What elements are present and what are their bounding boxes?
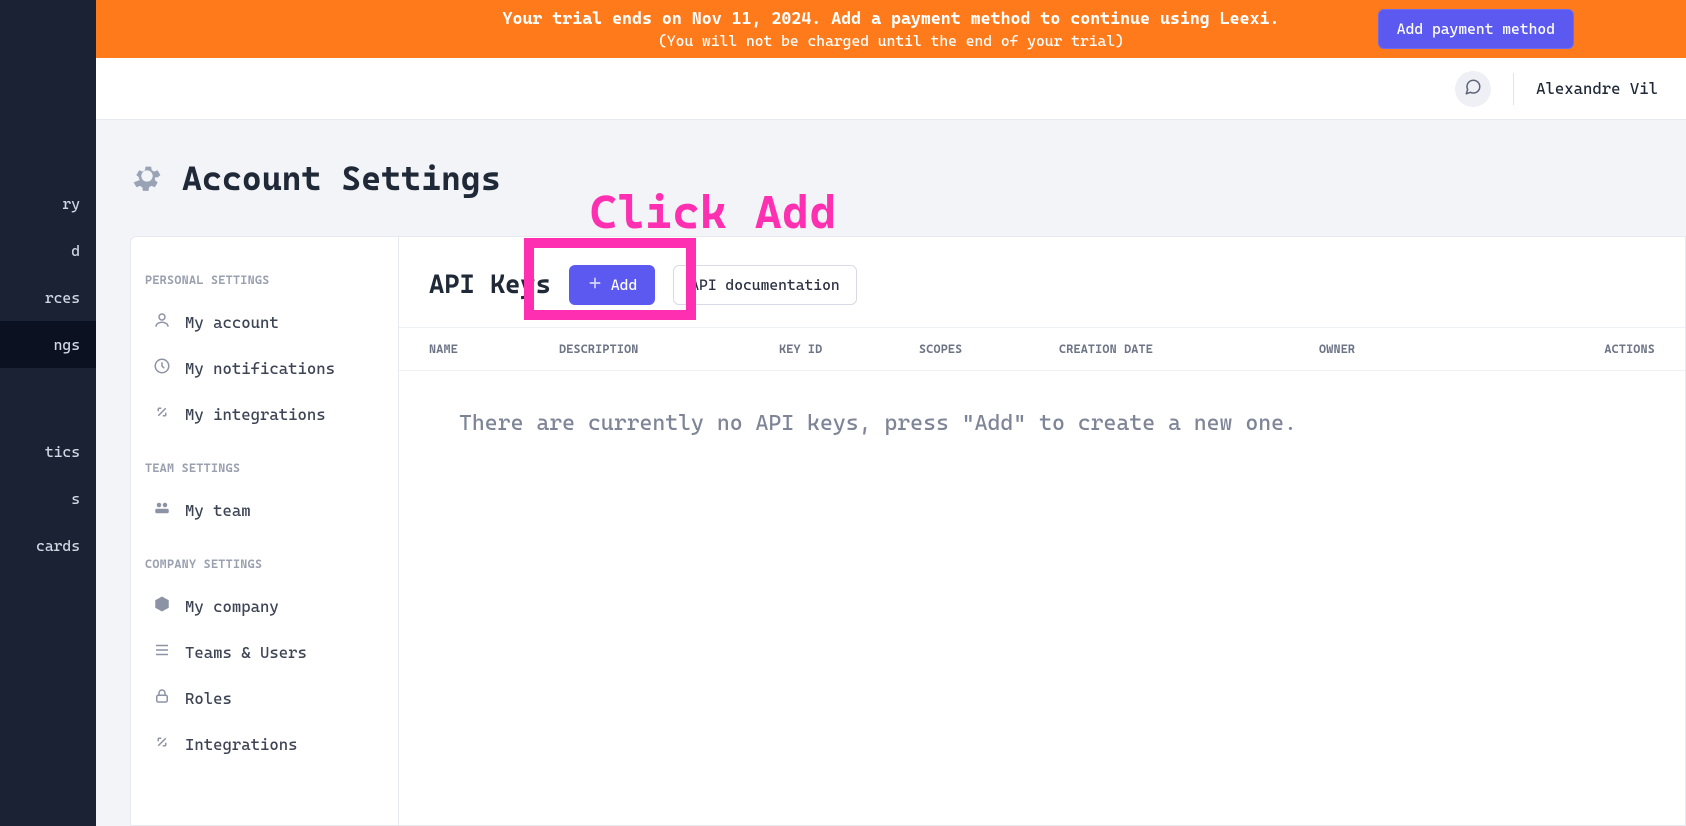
page-header: Account Settings	[130, 158, 501, 198]
nav-item[interactable]: ry	[0, 180, 96, 227]
nav-item-settings[interactable]: ngs	[0, 321, 96, 368]
col-actions: ACTIONS	[1439, 342, 1655, 356]
nav-group-title: PERSONAL SETTINGS	[131, 263, 398, 299]
col-description: DESCRIPTION	[559, 342, 779, 356]
plus-icon	[587, 275, 603, 295]
api-keys-table-header: NAME DESCRIPTION KEY ID SCOPES CREATION …	[399, 327, 1685, 371]
settings-nav-label: My account	[185, 313, 279, 332]
primary-nav: ry d rces ngs tics s cards	[0, 0, 96, 826]
settings-card: PERSONAL SETTINGS My account My notifica…	[130, 236, 1686, 826]
col-owner: OWNER	[1319, 342, 1439, 356]
bell-icon	[153, 357, 171, 379]
settings-nav-my-notifications[interactable]: My notifications	[131, 345, 398, 391]
settings-nav-my-account[interactable]: My account	[131, 299, 398, 345]
banner-subtext: (You will not be charged until the end o…	[503, 32, 1280, 50]
api-documentation-button[interactable]: API documentation	[673, 265, 856, 305]
divider	[1513, 73, 1514, 105]
panel-title: API Keys	[429, 270, 551, 300]
settings-nav-label: Teams & Users	[185, 643, 307, 662]
list-icon	[153, 641, 171, 663]
user-icon	[153, 311, 171, 333]
settings-nav-integrations[interactable]: Integrations	[131, 721, 398, 767]
nav-label: s	[71, 490, 80, 508]
settings-side-nav: PERSONAL SETTINGS My account My notifica…	[131, 237, 399, 825]
top-bar: Alexandre Vil	[96, 58, 1686, 120]
nav-label: cards	[36, 537, 80, 555]
col-key-id: KEY ID	[779, 342, 919, 356]
arrows-icon	[153, 403, 171, 425]
nav-group-title: TEAM SETTINGS	[131, 451, 398, 487]
chat-icon	[1464, 78, 1482, 100]
chat-icon-button[interactable]	[1455, 71, 1491, 107]
lock-icon	[153, 687, 171, 709]
arrows-icon	[153, 733, 171, 755]
panel-header: API Keys Add API documentation	[399, 237, 1685, 327]
settings-nav-label: My notifications	[185, 359, 335, 378]
col-scopes: SCOPES	[919, 342, 1059, 356]
banner-heading: Your trial ends on Nov 11, 2024. Add a p…	[503, 8, 1280, 28]
trial-banner: Your trial ends on Nov 11, 2024. Add a p…	[96, 0, 1686, 58]
add-api-key-button[interactable]: Add	[569, 265, 655, 305]
settings-nav-my-integrations[interactable]: My integrations	[131, 391, 398, 437]
settings-nav-teams-users[interactable]: Teams & Users	[131, 629, 398, 675]
api-keys-panel: API Keys Add API documentation NAME DESC…	[399, 237, 1685, 825]
nav-item[interactable]: tics	[0, 428, 96, 475]
settings-nav-label: My team	[185, 501, 251, 520]
team-icon	[153, 499, 171, 521]
add-button-label: Add	[611, 276, 637, 294]
current-user-name[interactable]: Alexandre Vil	[1536, 79, 1658, 98]
empty-state-message: There are currently no API keys, press "…	[399, 371, 1685, 476]
nav-item[interactable]: cards	[0, 522, 96, 569]
nav-label: rces	[45, 289, 80, 307]
col-creation-date: CREATION DATE	[1059, 342, 1319, 356]
annotation-click-add: Click Add	[590, 185, 837, 239]
settings-nav-roles[interactable]: Roles	[131, 675, 398, 721]
gear-icon	[130, 159, 164, 197]
add-payment-method-button[interactable]: Add payment method	[1378, 9, 1574, 49]
nav-group-title: COMPANY SETTINGS	[131, 547, 398, 583]
nav-label: tics	[45, 443, 80, 461]
nav-item[interactable]: rces	[0, 274, 96, 321]
page-title: Account Settings	[182, 158, 501, 198]
settings-nav-my-company[interactable]: My company	[131, 583, 398, 629]
col-name: NAME	[429, 342, 559, 356]
nav-label: ngs	[54, 336, 80, 354]
settings-nav-label: Roles	[185, 689, 232, 708]
nav-item[interactable]: d	[0, 227, 96, 274]
settings-nav-label: Integrations	[185, 735, 298, 754]
settings-nav-label: My company	[185, 597, 279, 616]
settings-nav-my-team[interactable]: My team	[131, 487, 398, 533]
cube-icon	[153, 595, 171, 617]
nav-item[interactable]: s	[0, 475, 96, 522]
settings-nav-label: My integrations	[185, 405, 326, 424]
nav-label: ry	[62, 195, 80, 213]
nav-label: d	[71, 242, 80, 260]
